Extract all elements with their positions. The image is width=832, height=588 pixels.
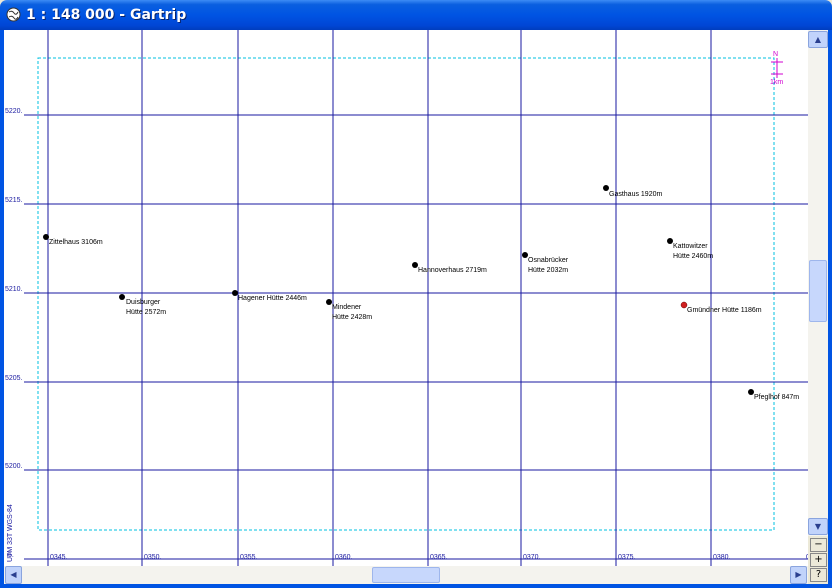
hut-marker[interactable]: Pfeglhof 847m bbox=[748, 389, 799, 401]
northing-tick: 5215. bbox=[5, 197, 23, 204]
hut-label: Hütte 2460m bbox=[673, 253, 713, 260]
title-bar: 1 : 148 000 - Gartrip bbox=[0, 0, 832, 30]
hut-marker[interactable]: Hannoverhaus 2719m bbox=[412, 262, 487, 274]
easting-tick: 0365. bbox=[430, 554, 448, 561]
hut-marker-selected[interactable]: Gmündner Hütte 1186m bbox=[680, 301, 762, 314]
map-extent-boundary bbox=[37, 57, 775, 531]
window-frame-right bbox=[828, 30, 832, 588]
help-button[interactable]: ? bbox=[810, 568, 827, 582]
hut-marker[interactable]: Osnabrücker Hütte 2032m bbox=[522, 252, 569, 274]
scroll-right-button[interactable]: ▶ bbox=[790, 566, 807, 584]
easting-tick: 0345. bbox=[50, 554, 68, 561]
easting-tick: 0370. bbox=[523, 554, 541, 561]
easting-grid bbox=[47, 30, 712, 566]
scroll-up-button[interactable]: ▲ bbox=[808, 31, 828, 48]
hut-label: Gmündner Hütte 1186m bbox=[687, 307, 762, 314]
hut-label: Osnabrücker bbox=[528, 257, 569, 264]
hut-marker[interactable]: Hagener Hütte 2446m bbox=[232, 290, 307, 302]
easting-tick: 0355. bbox=[240, 554, 258, 561]
north-label: N bbox=[773, 51, 778, 58]
north-arrow-icon: N 1km bbox=[770, 51, 783, 86]
vertical-scroll-thumb[interactable] bbox=[809, 260, 827, 322]
hut-label: Hütte 2428m bbox=[332, 314, 372, 321]
easting-tick: 0. bbox=[806, 554, 808, 561]
hut-label: Zittelhaus 3106m bbox=[49, 239, 103, 246]
hut-label: Duisburger bbox=[126, 299, 161, 306]
hut-label: Gasthaus 1920m bbox=[609, 191, 662, 198]
horizontal-scroll-thumb[interactable] bbox=[372, 567, 440, 583]
zoom-in-button[interactable]: + bbox=[810, 553, 827, 567]
hut-label: Hannoverhaus 2719m bbox=[418, 267, 487, 274]
crs-label: UTM 33T WGS-84 bbox=[7, 504, 14, 562]
hut-marker[interactable]: Kattowitzer Hütte 2460m bbox=[667, 238, 713, 260]
northing-tick: 5200. bbox=[5, 463, 23, 470]
hut-label: Hütte 2572m bbox=[126, 309, 166, 316]
hut-label: Pfeglhof 847m bbox=[754, 394, 799, 401]
easting-tick: 0380. bbox=[713, 554, 731, 561]
hut-label: Mindener bbox=[332, 304, 362, 311]
vertical-scrollbar[interactable]: ▲ ▼ bbox=[808, 30, 828, 536]
hut-label: Kattowitzer bbox=[673, 243, 708, 250]
window-title: 1 : 148 000 - Gartrip bbox=[26, 7, 187, 23]
hut-label: Hütte 2032m bbox=[528, 267, 568, 274]
map-canvas[interactable]: 5220. 5215. 5210. 5205. 5200. 5. 0345. 0… bbox=[4, 30, 808, 566]
northing-tick: 5220. bbox=[5, 108, 23, 115]
northing-tick: 5210. bbox=[5, 286, 23, 293]
zoom-out-button[interactable]: − bbox=[810, 538, 827, 552]
hut-label: Hagener Hütte 2446m bbox=[238, 295, 307, 302]
scroll-left-button[interactable]: ◀ bbox=[5, 566, 22, 584]
scroll-down-button[interactable]: ▼ bbox=[808, 518, 828, 535]
hut-marker[interactable]: Duisburger Hütte 2572m bbox=[119, 294, 166, 316]
easting-tick: 0350. bbox=[144, 554, 162, 561]
easting-tick: 0375. bbox=[618, 554, 636, 561]
horizontal-scrollbar[interactable]: ◀ ▶ bbox=[4, 566, 808, 584]
easting-tick: 0360. bbox=[335, 554, 353, 561]
globe-icon bbox=[6, 7, 21, 22]
hut-marker[interactable]: Gasthaus 1920m bbox=[603, 185, 662, 198]
scale-label: 1km bbox=[770, 79, 783, 86]
hut-marker[interactable]: Zittelhaus 3106m bbox=[43, 234, 103, 246]
northing-tick: 5205. bbox=[5, 375, 23, 382]
window-frame-bottom bbox=[0, 584, 832, 588]
